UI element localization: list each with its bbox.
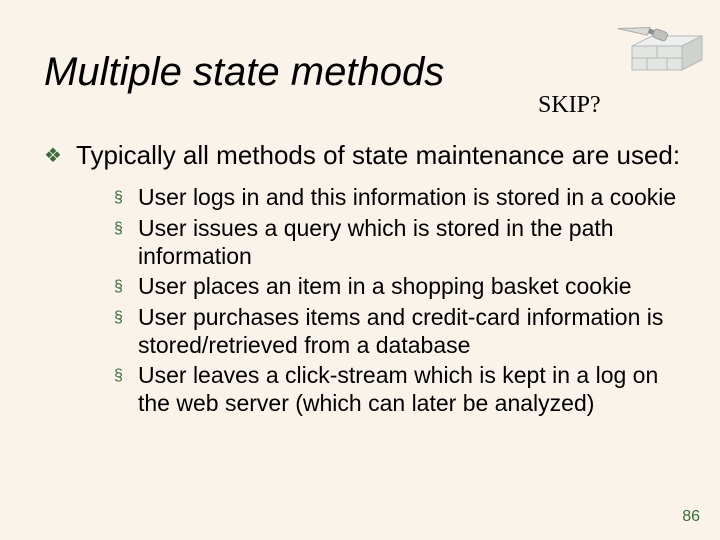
list-item: § User logs in and this information is s… [114, 183, 684, 212]
section-bullet-icon: § [114, 214, 138, 243]
trowel-brick-icon [602, 6, 712, 76]
sub-bullet-text: User purchases items and credit-card inf… [138, 303, 684, 359]
main-bullet-item: ❖ Typically all methods of state mainten… [44, 140, 684, 171]
section-bullet-icon: § [114, 303, 138, 332]
sub-bullet-text: User issues a query which is stored in t… [138, 214, 684, 270]
slide: Multiple state methods SKIP? ❖ Typically… [0, 0, 720, 540]
sub-bullet-list: § User logs in and this information is s… [114, 183, 684, 417]
skip-label: SKIP? [538, 92, 601, 119]
slide-title: Multiple state methods [44, 50, 444, 95]
section-bullet-icon: § [114, 361, 138, 390]
sub-bullet-text: User logs in and this information is sto… [138, 183, 676, 211]
main-bullet-text: Typically all methods of state maintenan… [76, 140, 680, 170]
page-number: 86 [682, 508, 700, 526]
sub-bullet-text: User places an item in a shopping basket… [138, 272, 632, 300]
list-item: § User purchases items and credit-card i… [114, 303, 684, 359]
list-item: § User issues a query which is stored in… [114, 214, 684, 270]
sub-bullet-text: User leaves a click-stream which is kept… [138, 361, 684, 417]
list-item: § User places an item in a shopping bask… [114, 272, 684, 301]
section-bullet-icon: § [114, 272, 138, 301]
list-item: § User leaves a click-stream which is ke… [114, 361, 684, 417]
diamond-bullet-icon: ❖ [44, 140, 76, 171]
section-bullet-icon: § [114, 183, 138, 212]
slide-body: ❖ Typically all methods of state mainten… [44, 140, 684, 419]
